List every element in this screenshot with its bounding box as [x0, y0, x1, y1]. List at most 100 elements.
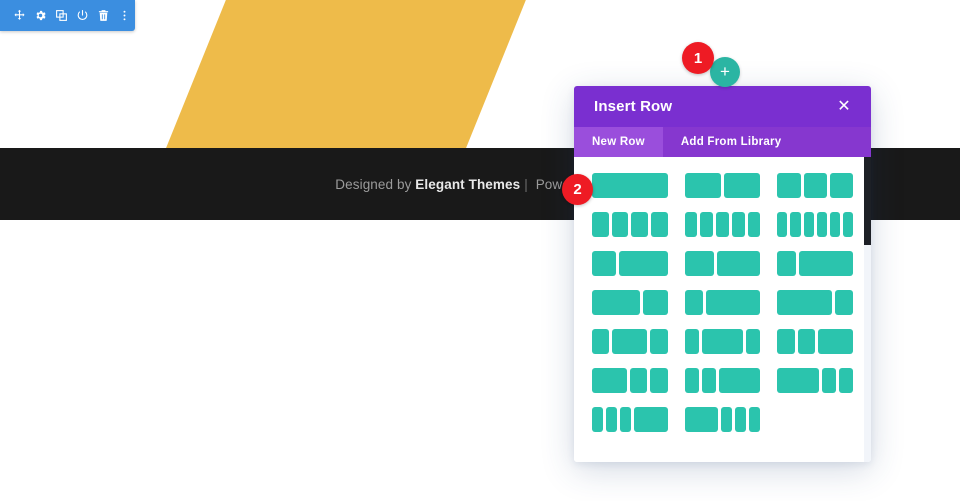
- row-layout-column: [735, 407, 747, 432]
- row-layout-column: [612, 329, 648, 354]
- row-layout-column: [822, 368, 837, 393]
- footer-prefix: Designed by: [335, 176, 416, 192]
- row-layout-column: [634, 407, 668, 432]
- row-layout-option[interactable]: [592, 407, 668, 432]
- row-layout-column: [777, 329, 795, 354]
- row-layout-option[interactable]: [777, 329, 853, 354]
- tab-new-row[interactable]: New Row: [574, 127, 663, 157]
- gear-icon[interactable]: [29, 0, 51, 31]
- row-layout-column: [620, 407, 632, 432]
- row-layout-option[interactable]: [684, 368, 761, 393]
- row-layout-column: [684, 329, 699, 354]
- modal-scrollbar-thumb[interactable]: [864, 157, 871, 245]
- row-layout-column: [592, 407, 604, 432]
- row-layout-option[interactable]: [684, 407, 761, 432]
- footer-separator: |: [524, 176, 528, 192]
- modal-tab-bar: New Row Add From Library: [574, 127, 871, 157]
- row-layout-column: [839, 368, 853, 393]
- row-layout-option[interactable]: [592, 329, 668, 354]
- row-layout-column: [684, 212, 698, 237]
- row-layout-option[interactable]: [684, 173, 761, 198]
- modal-body: [574, 157, 871, 462]
- row-layout-column: [592, 251, 617, 276]
- annotation-badge-2: 2: [562, 174, 593, 205]
- yellow-parallelogram-shape: [160, 0, 531, 163]
- row-layout-column: [684, 251, 714, 276]
- row-layout-column: [724, 173, 761, 198]
- footer-brand: Elegant Themes: [415, 176, 521, 192]
- row-layout-column: [747, 212, 761, 237]
- row-layout-column: [684, 290, 703, 315]
- row-layout-column: [816, 212, 827, 237]
- row-layout-column: [650, 329, 668, 354]
- close-icon[interactable]: ✕: [829, 86, 859, 127]
- row-layout-column: [829, 173, 853, 198]
- row-layout-option[interactable]: [592, 212, 668, 237]
- modal-title: Insert Row: [594, 98, 673, 115]
- row-layout-column: [749, 407, 761, 432]
- insert-row-modal: Insert Row ✕ New Row Add From Library: [574, 86, 871, 462]
- tab-add-from-library[interactable]: Add From Library: [663, 127, 799, 157]
- row-layout-option[interactable]: [777, 212, 853, 237]
- row-layout-column: [592, 290, 641, 315]
- row-layout-option[interactable]: [777, 173, 853, 198]
- row-layout-option[interactable]: [592, 290, 668, 315]
- move-icon[interactable]: [8, 0, 30, 31]
- row-layout-column: [611, 212, 629, 237]
- row-layout-column: [643, 290, 668, 315]
- row-layout-column: [592, 329, 610, 354]
- row-layout-column: [700, 212, 714, 237]
- row-layout-column: [629, 368, 648, 393]
- row-layout-column: [684, 173, 721, 198]
- row-layout-column: [777, 290, 832, 315]
- row-layout-option[interactable]: [684, 329, 761, 354]
- modal-scrollbar[interactable]: [864, 157, 871, 462]
- row-layout-option[interactable]: [777, 251, 853, 276]
- row-layout-option[interactable]: [592, 251, 668, 276]
- row-layout-column: [818, 329, 853, 354]
- row-layout-column: [797, 329, 816, 354]
- row-layout-column: [777, 212, 788, 237]
- row-layout-column: [777, 368, 820, 393]
- row-layout-column: [731, 212, 745, 237]
- row-layout-column: [803, 212, 814, 237]
- more-vertical-icon[interactable]: [113, 0, 135, 31]
- row-layout-column: [592, 368, 627, 393]
- plus-icon: +: [720, 62, 730, 81]
- row-layout-column: [701, 368, 716, 393]
- row-layout-column: [777, 173, 801, 198]
- row-layout-option[interactable]: [592, 173, 668, 198]
- row-layout-column: [705, 290, 761, 315]
- row-layout-column: [684, 368, 699, 393]
- row-layout-column: [829, 212, 840, 237]
- row-layout-option[interactable]: [777, 368, 853, 393]
- row-layout-column: [798, 251, 853, 276]
- row-layout-option[interactable]: [684, 212, 761, 237]
- add-row-button[interactable]: +: [710, 57, 740, 87]
- annotation-badge-1: 1: [682, 42, 714, 74]
- row-layout-column: [842, 212, 853, 237]
- row-layout-column: [790, 212, 801, 237]
- row-layout-grid: [592, 173, 853, 432]
- row-layout-option[interactable]: [684, 290, 761, 315]
- row-layout-column: [721, 407, 733, 432]
- row-layout-column: [716, 212, 729, 237]
- row-layout-column: [803, 173, 827, 198]
- row-layout-column: [619, 251, 668, 276]
- row-layout-column: [651, 212, 668, 237]
- row-layout-column: [716, 251, 761, 276]
- trash-icon[interactable]: [92, 0, 114, 31]
- row-layout-column: [777, 251, 796, 276]
- power-icon[interactable]: [71, 0, 93, 31]
- row-layout-column: [718, 368, 761, 393]
- row-layout-column: [746, 329, 761, 354]
- duplicate-icon[interactable]: [50, 0, 72, 31]
- modal-header: Insert Row ✕: [574, 86, 871, 127]
- row-layout-option[interactable]: [592, 368, 668, 393]
- row-layout-option[interactable]: [684, 251, 761, 276]
- row-layout-option[interactable]: [777, 290, 853, 315]
- row-layout-column: [650, 368, 668, 393]
- row-layout-column: [592, 173, 668, 198]
- row-layout-column: [631, 212, 649, 237]
- module-action-toolbar[interactable]: [0, 0, 135, 31]
